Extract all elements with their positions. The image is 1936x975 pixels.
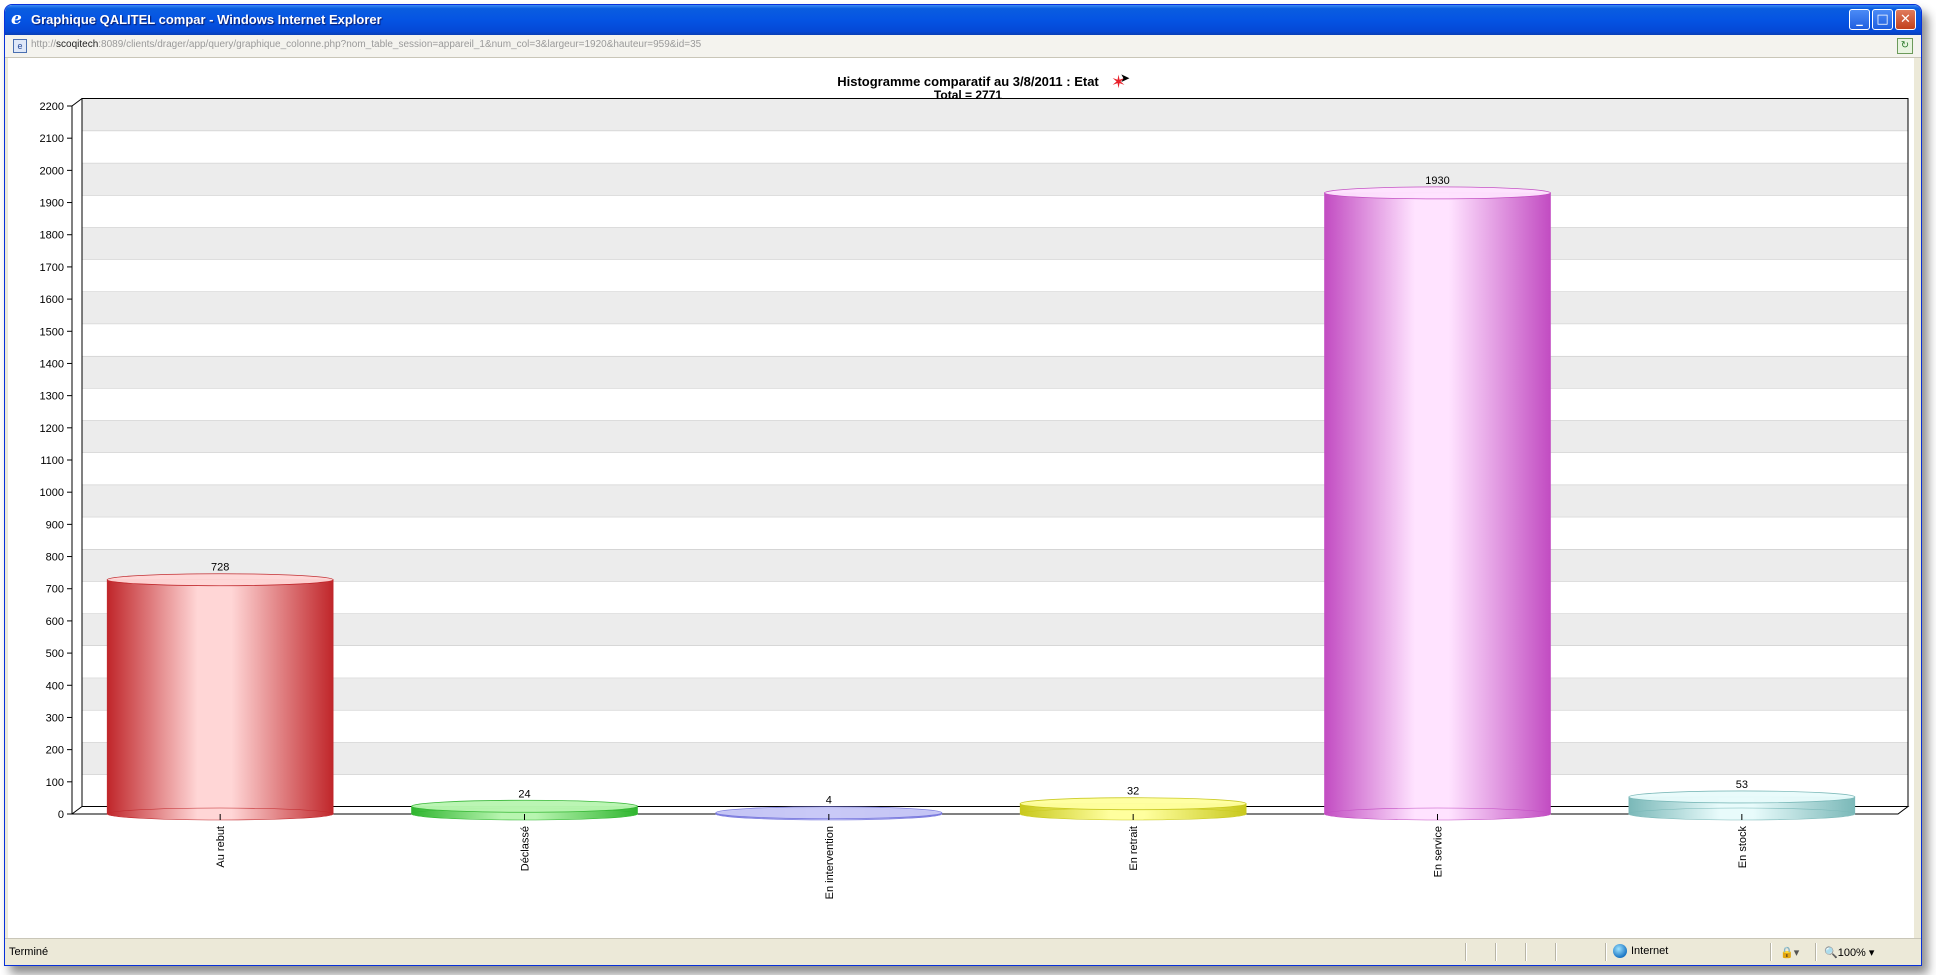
protected-mode-icon[interactable]: 🔒▾ bbox=[1780, 946, 1799, 959]
data-label: 24 bbox=[518, 788, 530, 800]
y-tick-label: 200 bbox=[46, 745, 64, 757]
y-tick-label: 0 bbox=[58, 809, 64, 821]
status-text: Terminé bbox=[9, 946, 49, 958]
grid-band bbox=[82, 291, 1908, 324]
status-separator bbox=[1605, 943, 1607, 961]
x-tick-label: Au rebut bbox=[215, 826, 227, 868]
maximize-button[interactable]: □ bbox=[1872, 9, 1893, 30]
y-tick-label: 700 bbox=[46, 584, 64, 596]
bar bbox=[1324, 192, 1551, 815]
data-label: 53 bbox=[1736, 779, 1748, 791]
status-separator bbox=[1495, 943, 1497, 961]
y-tick-label: 500 bbox=[46, 648, 64, 660]
y-tick-label: 1100 bbox=[40, 455, 64, 467]
y-tick-label: 1000 bbox=[40, 487, 64, 499]
status-separator bbox=[1555, 943, 1557, 961]
x-tick-label: Déclassé bbox=[520, 826, 532, 871]
bar-top bbox=[1019, 797, 1247, 811]
grid-band bbox=[82, 484, 1908, 517]
y-tick-label: 2000 bbox=[40, 165, 64, 177]
url-text[interactable]: http://scoqitech:8089/clients/drager/app… bbox=[31, 39, 701, 50]
browser-window: e Graphique QALITEL compar - Windows Int… bbox=[4, 4, 1922, 966]
page-content: Histogramme comparatif au 3/8/2011 : Eta… bbox=[8, 58, 1914, 938]
bar-chart: Histogramme comparatif au 3/8/2011 : Eta… bbox=[40, 74, 1910, 899]
status-separator bbox=[1465, 943, 1467, 961]
title-bar[interactable]: e Graphique QALITEL compar - Windows Int… bbox=[5, 5, 1921, 35]
y-tick-label: 400 bbox=[46, 680, 64, 692]
x-tick-label: En retrait bbox=[1128, 826, 1140, 871]
window-title: Graphique QALITEL compar - Windows Inter… bbox=[31, 12, 382, 27]
grid-band bbox=[82, 742, 1908, 775]
zoom-icon: 🔍 bbox=[1824, 947, 1838, 959]
y-tick-label: 1700 bbox=[40, 262, 64, 274]
y-tick-label: 600 bbox=[46, 616, 64, 628]
grid-band bbox=[82, 259, 1908, 292]
grid-band bbox=[82, 452, 1908, 485]
y-tick-label: 1800 bbox=[40, 230, 64, 242]
status-bar: Terminé Internet 🔒▾ 🔍100% ▾ bbox=[5, 938, 1921, 965]
grid-band bbox=[82, 388, 1908, 421]
y-tick-label: 1600 bbox=[40, 294, 64, 306]
bar-top bbox=[411, 799, 638, 813]
ie-logo-icon: e bbox=[11, 9, 22, 29]
x-tick-label: En intervention bbox=[824, 826, 836, 899]
data-label: 728 bbox=[211, 562, 229, 574]
y-tick-label: 1400 bbox=[40, 358, 64, 370]
address-bar[interactable]: e http://scoqitech:8089/clients/drager/a… bbox=[5, 35, 1921, 58]
grid-band bbox=[82, 98, 1908, 131]
chart-title: Histogramme comparatif au 3/8/2011 : Eta… bbox=[837, 74, 1099, 89]
status-separator bbox=[1525, 943, 1527, 961]
data-label: 32 bbox=[1127, 786, 1139, 798]
grid-band bbox=[82, 195, 1908, 228]
grid-band bbox=[82, 420, 1908, 453]
y-tick-label: 1200 bbox=[40, 423, 64, 435]
y-tick-label: 900 bbox=[46, 519, 64, 531]
grid-band bbox=[82, 323, 1908, 356]
y-tick-label: 300 bbox=[46, 712, 64, 724]
close-button[interactable]: ✕ bbox=[1895, 9, 1916, 30]
grid-band bbox=[82, 355, 1908, 389]
bar-top bbox=[106, 573, 334, 587]
y-tick-label: 800 bbox=[46, 552, 64, 564]
grid-band bbox=[82, 516, 1908, 550]
x-tick-label: En service bbox=[1433, 826, 1445, 877]
go-icon[interactable]: ↻ bbox=[1897, 38, 1913, 54]
grid-band bbox=[82, 613, 1908, 646]
minimize-button[interactable]: _ bbox=[1849, 9, 1870, 30]
y-tick-label: 1300 bbox=[40, 391, 64, 403]
zoom-control[interactable]: 🔍100% ▾ bbox=[1824, 946, 1874, 959]
x-tick-label: En stock bbox=[1737, 826, 1749, 869]
bar bbox=[106, 579, 334, 815]
grid-band bbox=[82, 645, 1908, 678]
y-tick-label: 2200 bbox=[40, 101, 64, 113]
page-icon: e bbox=[13, 39, 27, 53]
data-label: 4 bbox=[826, 795, 832, 807]
grid-band bbox=[82, 677, 1908, 710]
y-axis-depth bbox=[71, 98, 83, 107]
grid-band bbox=[82, 709, 1908, 743]
status-separator bbox=[1770, 943, 1772, 961]
url-host: scoqitech bbox=[56, 39, 99, 50]
security-zone[interactable]: Internet bbox=[1613, 944, 1668, 958]
grid-band bbox=[82, 130, 1908, 163]
globe-icon bbox=[1613, 944, 1627, 958]
grid-band bbox=[82, 549, 1908, 582]
data-label: 1930 bbox=[1425, 175, 1449, 187]
cursor-icon: ➤ bbox=[1120, 71, 1131, 85]
y-tick-label: 1500 bbox=[40, 326, 64, 338]
bar-top bbox=[1628, 790, 1856, 804]
y-tick-label: 2100 bbox=[40, 133, 64, 145]
grid-band bbox=[82, 581, 1908, 614]
grid-band bbox=[82, 162, 1908, 196]
y-tick-label: 1900 bbox=[40, 198, 64, 210]
y-tick-label: 100 bbox=[46, 777, 64, 789]
grid-band bbox=[82, 227, 1908, 260]
bar-top bbox=[1324, 186, 1551, 200]
status-separator bbox=[1815, 943, 1817, 961]
